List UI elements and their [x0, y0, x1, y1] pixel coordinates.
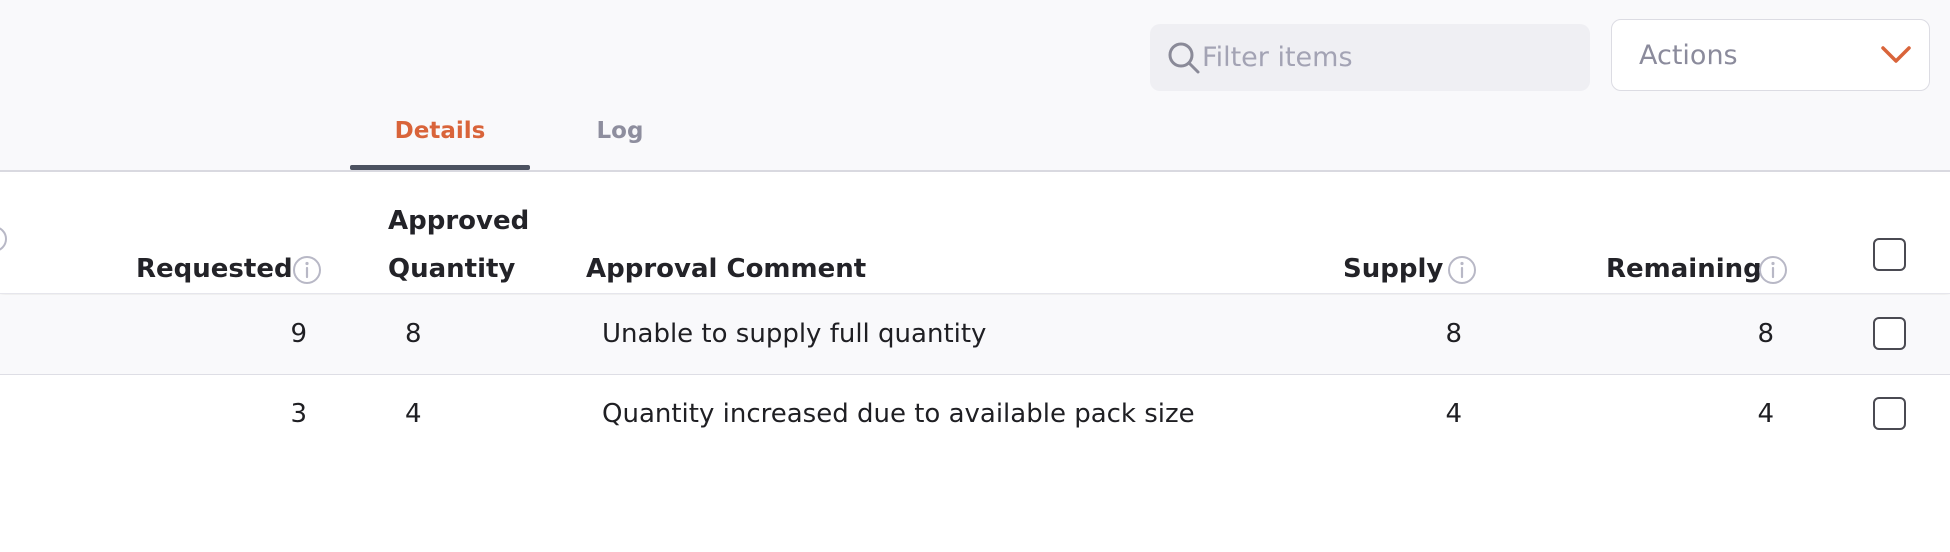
cell-requested: 3 — [290, 399, 307, 429]
cell-approved: 8 — [405, 319, 422, 349]
table-header: Requested Approved Quantity Approval Com… — [0, 174, 1950, 294]
info-icon[interactable] — [1447, 255, 1477, 285]
chevron-down-icon — [1881, 46, 1911, 63]
cell-approved: 4 — [405, 399, 422, 429]
cell-approval-comment: Unable to supply full quantity — [602, 319, 987, 349]
row-checkbox[interactable] — [1873, 397, 1906, 430]
tab-log[interactable]: Log — [560, 118, 680, 170]
header-remaining[interactable]: Remaining — [1606, 254, 1762, 284]
search-box[interactable] — [1150, 24, 1590, 91]
actions-dropdown-label: Actions — [1639, 40, 1738, 71]
header-approval-comment[interactable]: Approval Comment — [586, 254, 866, 284]
tab-details[interactable]: Details — [350, 118, 530, 170]
table-row: 3 4 Quantity increased due to available … — [0, 375, 1950, 455]
cell-remaining: 8 — [1757, 319, 1774, 349]
search-icon — [1168, 42, 1200, 74]
table-row: 9 8 Unable to supply full quantity 8 8 — [0, 295, 1950, 375]
actions-dropdown[interactable]: Actions — [1611, 19, 1930, 91]
header-requested[interactable]: Requested — [136, 254, 293, 284]
cell-supply: 8 — [1445, 319, 1462, 349]
cell-requested: 9 — [290, 319, 307, 349]
header-approved-line2[interactable]: Quantity — [388, 254, 515, 284]
cell-supply: 4 — [1445, 399, 1462, 429]
cell-approval-comment: Quantity increased due to available pack… — [602, 399, 1195, 429]
header-supply[interactable]: Supply — [1343, 254, 1443, 284]
info-icon — [0, 227, 7, 251]
cell-remaining: 4 — [1757, 399, 1774, 429]
header-approved-line1[interactable]: Approved — [388, 206, 529, 236]
info-icon[interactable] — [292, 255, 322, 285]
top-toolbar: Actions Details Log — [0, 0, 1950, 172]
select-all-checkbox[interactable] — [1873, 238, 1906, 271]
info-icon[interactable] — [1758, 255, 1788, 285]
row-checkbox[interactable] — [1873, 317, 1906, 350]
active-tab-indicator — [350, 165, 530, 170]
search-input[interactable] — [1202, 32, 1572, 82]
